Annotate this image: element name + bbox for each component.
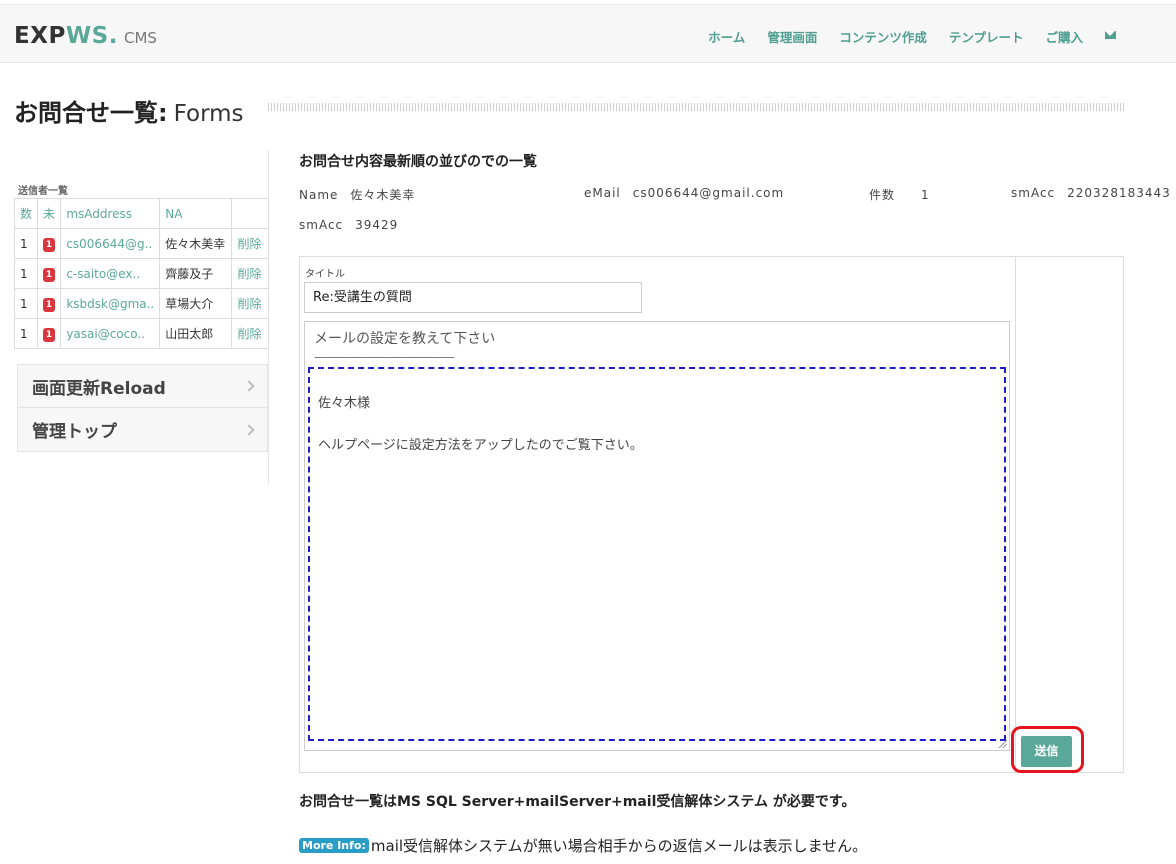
meta-smacc-1: smAcc 220328183443 <box>1011 186 1171 200</box>
unread-badge: 1 <box>43 327 56 342</box>
row-count: 1 <box>13 288 39 319</box>
brand-logo[interactable]: EXPWS. CMS <box>14 23 157 49</box>
menu-reload-label: 画面更新Reload <box>32 378 166 399</box>
row-delete-link[interactable]: 削除 <box>231 288 269 319</box>
page-title: お問合せ一覧: Forms <box>14 93 244 128</box>
meta-email-value: cs006644@gmail.com <box>632 186 785 200</box>
row-unread: 1 <box>37 228 62 259</box>
message-textarea[interactable]: メールの設定を教えて下さい --------------------------… <box>304 321 1010 751</box>
nav-create-content[interactable]: コンテンツ作成 <box>839 27 927 46</box>
inquiry-list-heading: お問合せ内容最新順の並びのでの一覧 <box>299 154 537 170</box>
row-count: 1 <box>13 318 39 349</box>
meta-count-value: 1 <box>921 188 930 202</box>
row-unread: 1 <box>37 288 62 319</box>
row-name: 草場大介 <box>159 288 233 319</box>
meta-smacc-2-value: 39429 <box>355 218 399 232</box>
unread-badge: 1 <box>43 267 56 282</box>
row-address-link[interactable]: ksbdsk@gma.. <box>60 288 161 319</box>
brand-part-2: WS. <box>65 23 118 49</box>
chevron-right-icon <box>243 423 255 436</box>
row-delete-link[interactable]: 削除 <box>231 258 269 289</box>
unread-badge: 1 <box>43 237 56 252</box>
col-action <box>231 198 269 229</box>
chevron-right-icon <box>243 380 255 392</box>
row-address-link[interactable]: cs006644@g.. <box>60 228 161 259</box>
col-address[interactable]: msAddress <box>60 198 161 229</box>
meta-email: eMail cs006644@gmail.com <box>584 186 784 200</box>
row-count: 1 <box>13 258 39 289</box>
row-name: 齊藤及子 <box>159 258 233 289</box>
reply-body: 佐々木様 ヘルプページに設定方法をアップしたのでご覧下さい。 <box>318 394 643 478</box>
col-count: 数 <box>13 198 39 229</box>
more-info-badge: More Info: <box>299 838 369 853</box>
row-address-link[interactable]: yasai@coco.. <box>60 318 161 349</box>
meta-count-label: 件数 <box>869 188 896 202</box>
form-side-divider <box>1015 257 1016 772</box>
menu-admin-top-label: 管理トップ <box>32 422 117 442</box>
top-navbar: EXPWS. CMS ホーム 管理画面 コンテンツ作成 テンプレート ご購入 <box>0 4 1176 63</box>
meta-count: 件数 1 <box>869 186 930 203</box>
reply-form: タイトル Re:受講生の質問 メールの設定を教えて下さい -----------… <box>299 256 1124 773</box>
meta-smacc-1-value: 220328183443 <box>1067 186 1171 200</box>
meta-smacc-2: smAcc 39429 <box>299 218 398 232</box>
row-delete-link[interactable]: 削除 <box>231 318 269 349</box>
info-line: More Info: mail受信解体システムが無い場合相手からの返信メールは表示… <box>299 835 867 856</box>
table-row: 1 1 yasai@coco.. 山田太郎 削除 <box>13 318 269 349</box>
meta-smacc-1-label: smAcc <box>1011 186 1056 200</box>
table-row: 1 1 ksbdsk@gma.. 草場大介 削除 <box>13 288 269 319</box>
info-text: mail受信解体システムが無い場合相手からの返信メールは表示しません。 <box>370 837 868 855</box>
nav-purchase[interactable]: ご購入 <box>1045 27 1083 46</box>
col-name[interactable]: NA <box>159 198 233 229</box>
reply-greeting: 佐々木様 <box>318 396 371 411</box>
meta-name-label: Name <box>299 188 339 202</box>
table-row: 1 1 c-saito@ex.. 齊藤及子 削除 <box>13 258 269 289</box>
send-button[interactable]: 送信 <box>1021 736 1072 767</box>
menu-reload[interactable]: 画面更新Reload <box>18 365 267 408</box>
row-address-link[interactable]: c-saito@ex.. <box>60 258 161 289</box>
table-row: 1 1 cs006644@g.. 佐々木美幸 削除 <box>13 228 269 259</box>
menu-admin-top[interactable]: 管理トップ <box>18 408 267 451</box>
requirement-note: お問合せ一覧はMS SQL Server+mailServer+mail受信解体… <box>299 794 856 810</box>
row-name: 山田太郎 <box>159 318 233 349</box>
reply-body-focus[interactable]: 佐々木様 ヘルプページに設定方法をアップしたのでご覧下さい。 <box>308 367 1006 741</box>
row-delete-link[interactable]: 削除 <box>231 228 269 259</box>
col-unread: 未 <box>37 198 62 229</box>
row-count: 1 <box>13 228 39 259</box>
meta-email-label: eMail <box>584 186 621 200</box>
meta-name: Name 佐々木美幸 <box>299 186 415 203</box>
unread-badge: 1 <box>43 297 56 312</box>
reply-message: ヘルプページに設定方法をアップしたのでご覧下さい。 <box>318 438 643 453</box>
quote-separator: ----------------------------------------… <box>314 350 455 364</box>
sender-table: 数 未 msAddress NA 1 1 cs006644@g.. 佐々木美幸 … <box>13 198 269 349</box>
nav-home[interactable]: ホーム <box>708 27 745 46</box>
main-nav: ホーム 管理画面 コンテンツ作成 テンプレート ご購入 <box>708 27 1116 46</box>
title-input[interactable]: Re:受講生の質問 <box>304 282 642 313</box>
row-name: 佐々木美幸 <box>159 228 233 259</box>
sender-table-header: 数 未 msAddress NA <box>13 198 269 229</box>
title-label: タイトル <box>305 269 345 280</box>
title-divider <box>268 103 1124 111</box>
row-unread: 1 <box>37 258 62 289</box>
brand-suffix: CMS <box>123 29 157 47</box>
page-title-main: お問合せ一覧: <box>14 99 168 127</box>
row-unread: 1 <box>37 318 62 349</box>
side-menu: 画面更新Reload 管理トップ <box>17 364 268 452</box>
meta-name-value: 佐々木美幸 <box>350 188 416 202</box>
envelope-icon[interactable] <box>1105 31 1116 39</box>
resize-handle[interactable] <box>999 740 1007 748</box>
sender-list-caption: 送信者一覧 <box>18 186 68 197</box>
brand-part-1: EXP <box>14 23 66 49</box>
nav-admin[interactable]: 管理画面 <box>767 27 817 46</box>
page-title-sub: Forms <box>173 101 244 127</box>
nav-templates[interactable]: テンプレート <box>949 27 1024 46</box>
quoted-message: メールの設定を教えて下さい <box>314 331 496 347</box>
meta-smacc-2-label: smAcc <box>299 218 344 232</box>
